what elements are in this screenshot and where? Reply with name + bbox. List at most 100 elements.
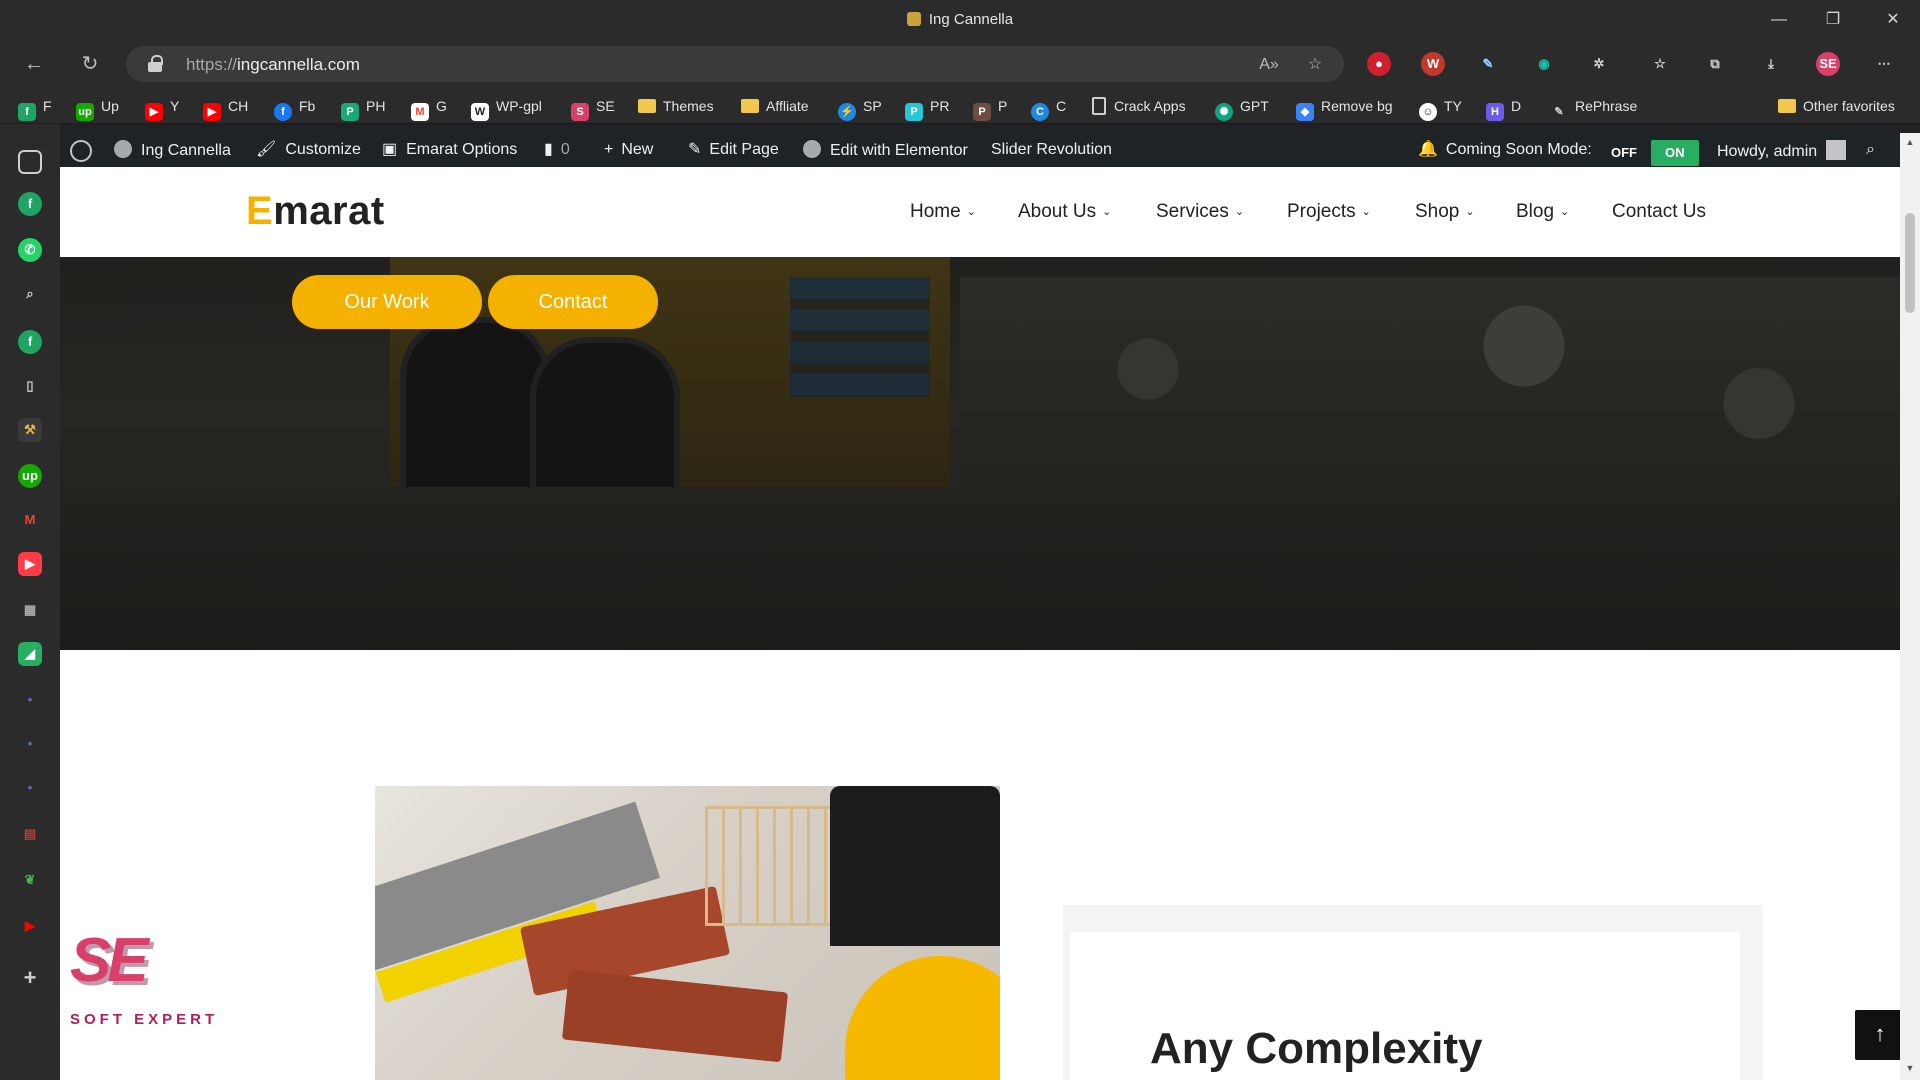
green-f-icon[interactable]: f xyxy=(18,330,42,354)
profile-avatar[interactable]: SE xyxy=(1816,52,1840,76)
bookmark-8[interactable]: S SE xyxy=(571,96,615,121)
nav-label: About Us xyxy=(1018,201,1097,222)
restore-button[interactable]: ❐ xyxy=(1806,0,1860,40)
site-logo[interactable]: Emarat xyxy=(246,189,385,234)
logo-accent-letter: E xyxy=(246,189,274,233)
scrollbar-thumb[interactable] xyxy=(1905,213,1915,313)
more-menu-icon[interactable]: ⋯ xyxy=(1872,52,1896,76)
nav-contact-us[interactable]: Contact Us xyxy=(1612,201,1706,223)
bookmark-17[interactable]: ◆ Remove bg xyxy=(1296,96,1393,121)
edit-icon[interactable]: ◢ xyxy=(18,642,42,666)
bookmark-other-favorites[interactable]: Other favorites xyxy=(1778,96,1895,116)
bookmark-0[interactable]: fF xyxy=(18,96,52,121)
bookmark-14[interactable]: CC xyxy=(1031,96,1066,121)
minimize-button[interactable]: — xyxy=(1752,0,1806,40)
url-host: ingcannella.com xyxy=(237,55,360,74)
youtube-icon: ▶ xyxy=(203,103,221,121)
wp-howdy[interactable]: Howdy, admin xyxy=(1717,140,1847,160)
collections-icon[interactable]: ⧉ xyxy=(1703,52,1727,76)
bookmark-20[interactable]: ✎ RePhrase xyxy=(1550,96,1637,121)
app-icon[interactable]: • xyxy=(18,732,42,756)
scroll-up-arrow-icon[interactable]: ▲ xyxy=(1900,137,1920,147)
bookmark-3[interactable]: ▶ CH xyxy=(203,96,248,121)
toggle-off-label[interactable]: OFF xyxy=(1605,141,1643,165)
se-icon: S xyxy=(571,103,589,121)
wp-slider-revolution[interactable]: Slider Revolution xyxy=(991,140,1112,160)
bookmark-13[interactable]: PP xyxy=(973,96,1007,121)
wp-site-name[interactable]: Ing Cannella xyxy=(114,140,231,160)
wp-new[interactable]: + New xyxy=(604,140,653,160)
bookmark-10[interactable]: Affliate xyxy=(741,96,809,116)
calendar-icon[interactable]: ▦ xyxy=(18,598,42,622)
extension-pen-icon[interactable]: ✎ xyxy=(1476,52,1500,76)
nav-home[interactable]: Home ⌄ xyxy=(910,201,976,223)
extension-red-icon[interactable]: ● xyxy=(1367,52,1391,76)
wp-edit-page[interactable]: ✎ Edit Page xyxy=(688,140,779,160)
read-aloud-icon[interactable]: A» xyxy=(1258,54,1280,76)
favorites-icon[interactable]: ☆ xyxy=(1648,52,1672,76)
green-f-icon[interactable]: f xyxy=(18,192,42,216)
document-icon[interactable]: ▯ xyxy=(18,374,42,398)
nav-projects[interactable]: Projects ⌄ xyxy=(1287,201,1371,223)
our-work-button[interactable]: Our Work xyxy=(292,275,482,329)
bookmark-7[interactable]: W WP-gpl xyxy=(471,96,542,121)
youtube-icon[interactable]: ▶ xyxy=(18,552,42,576)
gmail-icon: M xyxy=(411,103,429,121)
app-icon[interactable]: • xyxy=(18,776,42,800)
nav-blog[interactable]: Blog ⌄ xyxy=(1516,201,1569,223)
app-icon[interactable]: • xyxy=(18,688,42,712)
contact-button[interactable]: Contact xyxy=(488,275,658,329)
add-favorite-icon[interactable]: ☆ xyxy=(1304,54,1326,76)
bookmark-16[interactable]: ✺ GPT xyxy=(1215,96,1269,121)
add-icon[interactable]: + xyxy=(18,966,42,990)
wp-customize[interactable]: 🖌 Customize xyxy=(256,140,361,160)
nav-services[interactable]: Services ⌄ xyxy=(1156,201,1244,223)
toggle-on-label[interactable]: ON xyxy=(1651,140,1699,166)
extensions-puzzle-icon[interactable]: ✲ xyxy=(1587,52,1611,76)
page-scrollbar[interactable]: ▲ ▼ xyxy=(1900,133,1920,1080)
bookmark-5[interactable]: P PH xyxy=(341,96,385,121)
site-icon[interactable]: ⚒ xyxy=(18,418,42,442)
bookmark-11[interactable]: ⚡ SP xyxy=(838,96,882,121)
wp-edit-elementor[interactable]: Edit with Elementor xyxy=(803,140,968,160)
bookmark-4[interactable]: f Fb xyxy=(274,96,315,121)
coming-soon-toggle[interactable]: OFF ON xyxy=(1605,140,1699,166)
search-icon[interactable]: ⌕ xyxy=(1866,140,1875,160)
bookmark-12[interactable]: P PR xyxy=(905,96,949,121)
wp-comments[interactable]: ▮ 0 xyxy=(544,140,570,160)
bookmark-18[interactable]: ☺ TY xyxy=(1419,96,1462,121)
pdf-icon[interactable]: ▤ xyxy=(18,822,42,846)
wordpress-logo-icon[interactable] xyxy=(70,140,101,162)
brush-icon: 🖌 xyxy=(256,141,277,158)
back-button[interactable]: ← xyxy=(16,48,52,80)
nav-about-us[interactable]: About Us ⌄ xyxy=(1018,201,1111,223)
nav-shop[interactable]: Shop ⌄ xyxy=(1415,201,1475,223)
wp-emarat-options[interactable]: ▣ Emarat Options xyxy=(382,140,517,160)
upwork-icon: up xyxy=(76,103,94,121)
address-bar[interactable]: https://ingcannella.com A» ☆ xyxy=(126,46,1344,82)
youtube-icon[interactable]: ▶ xyxy=(18,914,42,938)
bookmark-1[interactable]: up Up xyxy=(76,96,119,121)
gmail-icon[interactable]: M xyxy=(18,508,42,532)
url-text[interactable]: https://ingcannella.com xyxy=(186,55,360,75)
close-button[interactable]: ✕ xyxy=(1866,0,1920,40)
wp-admin-bar: Ing Cannella 🖌 Customize ▣ Emarat Options … xyxy=(60,133,1900,167)
whatsapp-icon[interactable]: ✆ xyxy=(18,238,42,262)
bookmark-6[interactable]: MG xyxy=(411,96,447,121)
extension-wp-icon[interactable]: W xyxy=(1421,52,1445,76)
elementor-icon xyxy=(803,140,821,158)
upwork-icon[interactable]: up xyxy=(18,464,42,488)
back-to-top-button[interactable]: ↑ xyxy=(1855,1010,1900,1060)
tab-actions-icon[interactable] xyxy=(18,150,42,174)
leaf-icon[interactable]: ❦ xyxy=(18,868,42,892)
bookmark-15[interactable]: Crack Apps xyxy=(1092,96,1186,116)
reload-button[interactable]: ↻ xyxy=(72,48,108,80)
file-search-icon[interactable]: ⌕ xyxy=(18,282,42,306)
bookmark-19[interactable]: HD xyxy=(1486,96,1521,121)
bucket-shape xyxy=(830,786,1000,946)
extension-eye-icon[interactable]: ◉ xyxy=(1532,52,1556,76)
bookmark-9[interactable]: Themes xyxy=(638,96,714,116)
bookmark-2[interactable]: ▶ Y xyxy=(145,96,179,121)
downloads-icon[interactable]: ⤓ xyxy=(1759,52,1783,76)
scroll-down-arrow-icon[interactable]: ▼ xyxy=(1900,1063,1920,1073)
